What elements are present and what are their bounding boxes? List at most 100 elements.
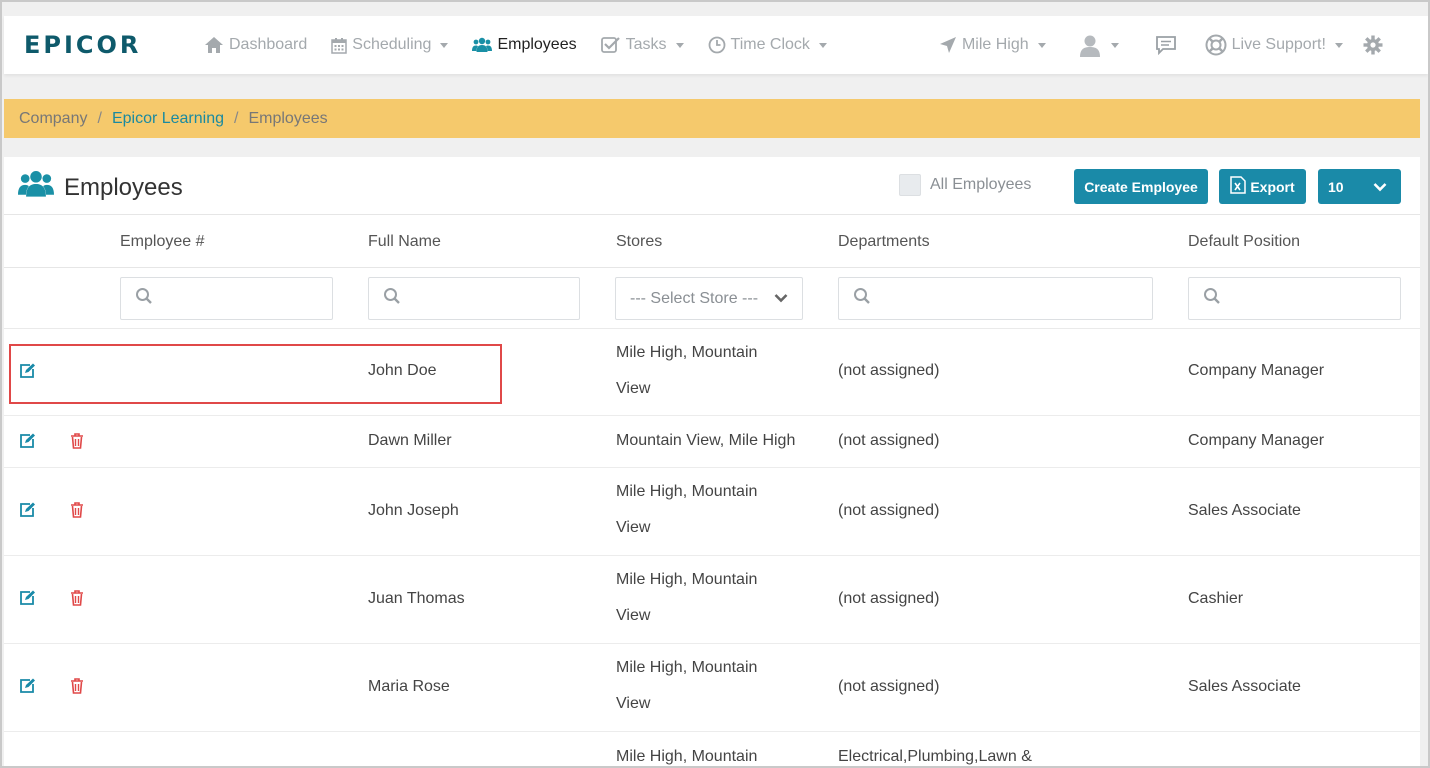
nav-employees[interactable]: Employees [472, 36, 577, 54]
full-name-cell: John Doe [368, 362, 437, 379]
chat-icon [1155, 35, 1177, 55]
nav-scheduling[interactable]: Scheduling [331, 36, 449, 54]
stores-line: Mile High, Mountain [616, 483, 758, 500]
column-header-departments[interactable]: Departments [838, 233, 930, 251]
edit-icon[interactable] [18, 502, 36, 523]
stores-cell: Mile High, Mountain [616, 748, 758, 765]
checkbox-icon [600, 36, 621, 54]
breadcrumb-company: Company [19, 109, 88, 127]
lifebuoy-icon [1205, 34, 1227, 56]
page-size-value: 10 [1328, 178, 1344, 195]
create-employee-button[interactable]: Create Employee [1074, 169, 1208, 204]
chevron-down-icon [1334, 42, 1343, 48]
excel-icon [1230, 176, 1247, 197]
nav-dashboard-label: Dashboard [229, 36, 308, 53]
search-icon [1203, 287, 1221, 310]
column-header-default-position[interactable]: Default Position [1188, 233, 1300, 251]
column-header-stores[interactable]: Stores [616, 233, 662, 251]
stores-line: View [616, 380, 651, 397]
top-navbar: EPICOR Dashboard Scheduling Employees Ta… [4, 16, 1428, 74]
edit-icon[interactable] [18, 590, 36, 611]
trash-icon[interactable] [70, 678, 84, 699]
breadcrumb-epicor-learning[interactable]: Epicor Learning [112, 110, 224, 128]
nav-scheduling-label: Scheduling [352, 36, 432, 53]
table-row: John Doe Mile High, Mountain View (not a… [4, 329, 1420, 416]
nav-store-label: Mile High [961, 36, 1029, 53]
store-filter-select[interactable]: --- Select Store --- [615, 277, 803, 320]
page-title: Employees [18, 169, 183, 206]
edit-icon[interactable] [18, 678, 36, 699]
table-row: Juan Thomas Mile High, Mountain View (no… [4, 556, 1420, 644]
chevron-down-icon [774, 290, 788, 308]
full-name-cell: Maria Rose [368, 678, 450, 695]
nav-live-support[interactable]: Live Support! [1205, 34, 1343, 56]
employees-panel: Employees All Employees Create Employee … [4, 157, 1420, 766]
nav-store-select[interactable]: Mile High [939, 36, 1046, 54]
all-employees-label: All Employees [930, 176, 1032, 193]
nav-dashboard[interactable]: Dashboard [204, 36, 307, 54]
users-icon [472, 37, 493, 53]
breadcrumb: Company / Epicor Learning / Employees [4, 99, 1420, 138]
all-employees-checkbox[interactable] [899, 174, 921, 196]
table-row: John Joseph Mile High, Mountain View (no… [4, 468, 1420, 556]
breadcrumb-separator: / [97, 109, 102, 127]
stores-line: View [616, 607, 651, 624]
breadcrumb-current: Employees [248, 109, 328, 127]
epicor-logo[interactable]: EPICOR [24, 31, 164, 59]
full-name-cell: Juan Thomas [368, 590, 465, 607]
full-name-search-input[interactable] [368, 277, 580, 320]
chevron-down-icon [440, 42, 449, 48]
trash-icon[interactable] [70, 433, 84, 454]
trash-icon[interactable] [70, 502, 84, 523]
stores-line: Mile High, Mountain [616, 571, 758, 588]
departments-cell: Electrical,Plumbing,Lawn & [838, 748, 1032, 765]
employee-number-search-input[interactable] [120, 277, 333, 320]
nav-messages[interactable] [1155, 35, 1177, 55]
departments-cell: (not assigned) [838, 590, 940, 607]
default-position-cell: Sales Associate [1188, 502, 1301, 519]
departments-search-input[interactable] [838, 277, 1153, 320]
page-size-select[interactable]: 10 [1318, 169, 1401, 204]
chevron-down-icon [818, 42, 827, 48]
search-icon [853, 287, 871, 310]
nav-user-menu[interactable] [1078, 33, 1119, 57]
location-arrow-icon [939, 36, 957, 54]
column-header-full-name[interactable]: Full Name [368, 233, 441, 251]
panel-header: Employees All Employees Create Employee … [4, 157, 1420, 215]
edit-icon[interactable] [18, 433, 36, 454]
user-icon [1078, 33, 1102, 57]
full-name-cell: Dawn Miller [368, 432, 452, 449]
departments-cell: (not assigned) [838, 678, 940, 695]
export-label: Export [1250, 178, 1295, 195]
default-position-cell: Sales Associate [1188, 678, 1301, 695]
default-position-cell: Company Manager [1188, 362, 1325, 379]
search-icon [135, 287, 153, 310]
stores-line: Mile High, Mountain [616, 344, 758, 361]
nav-live-support-label: Live Support! [1231, 36, 1326, 53]
stores-cell: Mile High, Mountain View [616, 650, 757, 722]
stores-line: Mile High, Mountain [616, 659, 758, 676]
export-button[interactable]: Export [1219, 169, 1306, 204]
chevron-down-icon [675, 42, 684, 48]
edit-icon[interactable] [18, 363, 36, 384]
default-position-cell: Company Manager [1188, 432, 1325, 449]
all-employees-toggle[interactable]: All Employees [899, 174, 1031, 196]
search-icon [383, 287, 401, 310]
settings-button[interactable] [1363, 35, 1383, 55]
stores-line: View [616, 695, 651, 712]
column-header-employee-number[interactable]: Employee # [120, 233, 205, 251]
default-position-search-input[interactable] [1188, 277, 1401, 320]
users-icon [18, 169, 54, 206]
departments-cell: (not assigned) [838, 502, 940, 519]
nav-time-clock-label: Time Clock [730, 36, 810, 53]
trash-icon[interactable] [70, 590, 84, 611]
stores-cell: Mile High, Mountain View [616, 474, 757, 546]
gear-icon [1363, 35, 1383, 55]
departments-cell: (not assigned) [838, 362, 940, 379]
stores-line: View [616, 519, 651, 536]
nav-time-clock[interactable]: Time Clock [708, 36, 827, 54]
chevron-down-icon [1110, 42, 1119, 48]
home-icon [204, 36, 224, 54]
store-filter-placeholder: --- Select Store --- [630, 289, 759, 307]
nav-tasks[interactable]: Tasks [600, 36, 684, 54]
